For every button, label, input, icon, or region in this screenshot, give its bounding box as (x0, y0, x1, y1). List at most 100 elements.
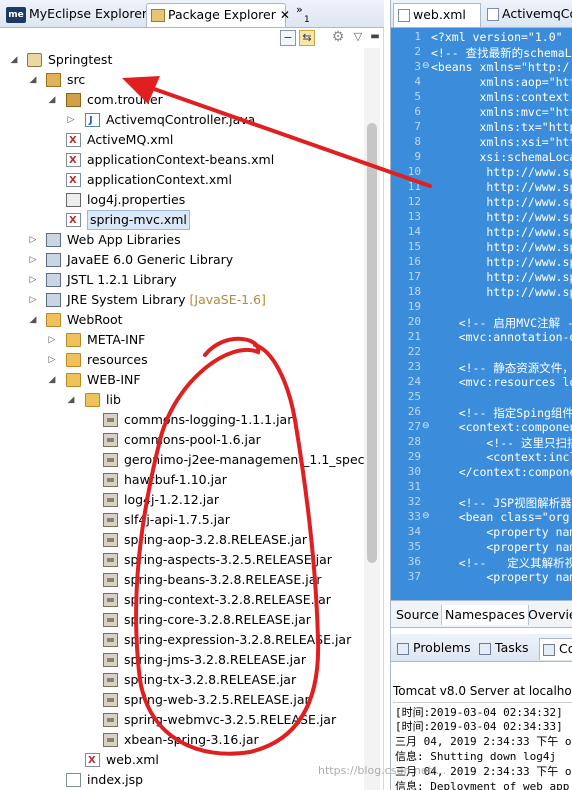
tree-item-label: JavaEE 6.0 Generic Library (67, 252, 234, 267)
tab-overview[interactable]: Overvie (525, 605, 572, 625)
tree-item[interactable]: spring-aop-3.2.8.RELEASE.jar (0, 530, 360, 550)
link-with-editor-icon[interactable]: ⇆ (299, 30, 315, 46)
tree-item[interactable]: spring-jms-3.2.8.RELEASE.jar (0, 650, 360, 670)
tree-item[interactable]: ▷ JSTL 1.2.1 Library (0, 270, 360, 290)
tree-item[interactable]: log4j.properties (0, 190, 360, 210)
tab-myeclipse-explorer[interactable]: me MyEclipse Explorer (2, 3, 147, 27)
code-line: http://www.sp (431, 180, 572, 194)
tab-problems[interactable]: Problems (397, 638, 471, 660)
filters-icon[interactable]: ⚙ (330, 30, 346, 46)
tree-item[interactable]: hawtbuf-1.10.jar (0, 470, 360, 490)
view-menu-icon[interactable]: ▽ (350, 30, 366, 46)
tab-web-xml[interactable]: web.xml (393, 3, 481, 27)
line-number: 10 (407, 165, 421, 178)
expanded-arrow-icon[interactable]: ◢ (65, 390, 77, 410)
tree-item[interactable]: spring-mvc.xml (0, 210, 360, 231)
expanded-arrow-icon[interactable]: ◢ (27, 70, 39, 90)
tree-item[interactable]: spring-beans-3.2.8.RELEASE.jar (0, 570, 360, 590)
line-number: 33 (407, 510, 421, 523)
tree-scrollbar[interactable] (364, 48, 380, 790)
tree-item-label: spring-tx-3.2.8.RELEASE.jar (124, 672, 297, 687)
tree-item[interactable]: ◢ lib (0, 390, 360, 410)
tree-item[interactable]: ▷ JavaEE 6.0 Generic Library (0, 250, 360, 270)
code-line: xmlns:context (431, 90, 570, 104)
tree-item[interactable]: applicationContext-beans.xml (0, 150, 360, 171)
tree-item[interactable]: ◢ WEB-INF (0, 370, 360, 390)
tree-item[interactable]: slf4j-api-1.7.5.jar (0, 510, 360, 530)
collapsed-arrow-icon[interactable]: ▷ (65, 110, 77, 130)
console-icon (543, 643, 555, 656)
tree-item[interactable]: spring-tx-3.2.8.RELEASE.jar (0, 670, 360, 690)
fold-toggle-icon[interactable]: ⊖ (422, 61, 430, 71)
tree-item[interactable]: ▷ resources (0, 350, 360, 370)
tree-item[interactable]: ◢ com.trouller (0, 90, 360, 110)
fold-toggle-icon[interactable]: ⊖ (422, 511, 430, 521)
tree-item[interactable]: ▷ ActivemqController.java (0, 110, 360, 131)
tree-item[interactable]: ▷ Web App Libraries (0, 230, 360, 250)
jar-icon (103, 573, 118, 587)
folder-icon (66, 373, 81, 387)
tree-item[interactable]: ◢ WebRoot (0, 310, 360, 330)
tree-item[interactable]: spring-aspects-3.2.5.RELEASE.jar (0, 550, 360, 570)
tree-item[interactable]: ◢ src (0, 70, 360, 90)
line-number: 17 (407, 270, 421, 283)
collapsed-arrow-icon[interactable]: ▷ (46, 350, 58, 370)
tree-item[interactable]: commons-pool-1.6.jar (0, 430, 360, 450)
tree-item-label: spring-web-3.2.5.RELEASE.jar (124, 692, 310, 707)
tree-item[interactable]: spring-context-3.2.8.RELEASE.jar (0, 590, 360, 610)
minimize-icon[interactable]: ▬ (367, 30, 383, 46)
tree-item[interactable]: ▷ META-INF (0, 330, 360, 350)
tree-item[interactable]: geronimo-j2ee-management_1.1_spec-1. (0, 450, 381, 470)
tree-item[interactable]: web.xml (0, 750, 360, 771)
collapsed-arrow-icon[interactable]: ▷ (27, 290, 39, 310)
tree-item[interactable]: ActiveMQ.xml (0, 130, 360, 151)
tab-overflow-button[interactable]: » 1 (292, 4, 322, 28)
tree-item[interactable]: spring-expression-3.2.8.RELEASE.jar (0, 630, 360, 650)
tab-namespaces[interactable]: Namespaces (441, 605, 530, 625)
xml-editor[interactable]: 1 2 3 ⊖ 4 5 6 7 8 9 10 11 12 13 14 15 16 17 18 19 20 21 22 23 24… (391, 28, 572, 600)
collapsed-arrow-icon[interactable]: ▷ (46, 330, 58, 350)
tree-item[interactable]: xbean-spring-3.16.jar (0, 730, 360, 750)
expanded-arrow-icon[interactable]: ◢ (46, 370, 58, 390)
tab-label: Problems (413, 640, 471, 655)
line-number: 28 (407, 435, 421, 448)
console-title: Tomcat v8.0 Server at localhost (393, 684, 572, 698)
code-line: <mvc:annotation-d (431, 330, 572, 344)
collapse-all-icon[interactable]: − (280, 30, 296, 46)
tree-item[interactable]: spring-web-3.2.5.RELEASE.jar (0, 690, 360, 710)
fold-toggle-icon[interactable]: ⊖ (422, 421, 430, 431)
tree-item-label: spring-aspects-3.2.5.RELEASE.jar (124, 552, 332, 567)
tree-item[interactable]: commons-logging-1.1.1.jar (0, 410, 360, 430)
code-line: <!-- 这里只扫描C (431, 436, 572, 450)
tab-tasks[interactable]: Tasks (479, 638, 529, 660)
tree-item[interactable]: ▷ JRE System Library [JavaSE-1.6] (0, 290, 360, 310)
tab-activemq-controller[interactable]: ActivemqCon (483, 3, 572, 27)
tab-package-explorer[interactable]: Package Explorer ✕ (146, 3, 290, 27)
scrollbar-thumb[interactable] (367, 123, 377, 563)
tree-item-label: applicationContext-beans.xml (87, 152, 275, 167)
tree-item[interactable]: applicationContext.xml (0, 170, 360, 191)
line-number: 29 (407, 450, 421, 463)
close-icon[interactable]: ✕ (280, 8, 290, 22)
expanded-arrow-icon[interactable]: ◢ (46, 90, 58, 110)
collapsed-arrow-icon[interactable]: ▷ (27, 230, 39, 250)
chevron-double-right-icon: » (296, 3, 303, 16)
code-line: xmlns:aop="htt (431, 75, 572, 89)
tree-item[interactable]: spring-core-3.2.8.RELEASE.jar (0, 610, 360, 630)
tree-item[interactable]: index.jsp (0, 770, 360, 790)
line-number: 24 (407, 375, 421, 388)
collapsed-arrow-icon[interactable]: ▷ (27, 270, 39, 290)
tree-item-label: spring-mvc.xml (87, 210, 190, 230)
tree-item[interactable]: log4j-1.2.12.jar (0, 490, 360, 510)
code-line: http://www.sp (431, 255, 572, 269)
tab-console[interactable]: Co (539, 638, 572, 660)
line-number: 7 (414, 120, 421, 133)
tree-item[interactable]: ◢ Springtest (0, 50, 360, 70)
view-toolbar: − ⇆ ⚙ ▽ ▬ (0, 28, 384, 48)
tree-item[interactable]: spring-webmvc-3.2.5.RELEASE.jar (0, 710, 360, 730)
collapsed-arrow-icon[interactable]: ▷ (27, 250, 39, 270)
line-number: 16 (407, 255, 421, 268)
tab-source[interactable]: Source (393, 605, 442, 625)
expanded-arrow-icon[interactable]: ◢ (27, 310, 39, 330)
expanded-arrow-icon[interactable]: ◢ (8, 50, 20, 70)
